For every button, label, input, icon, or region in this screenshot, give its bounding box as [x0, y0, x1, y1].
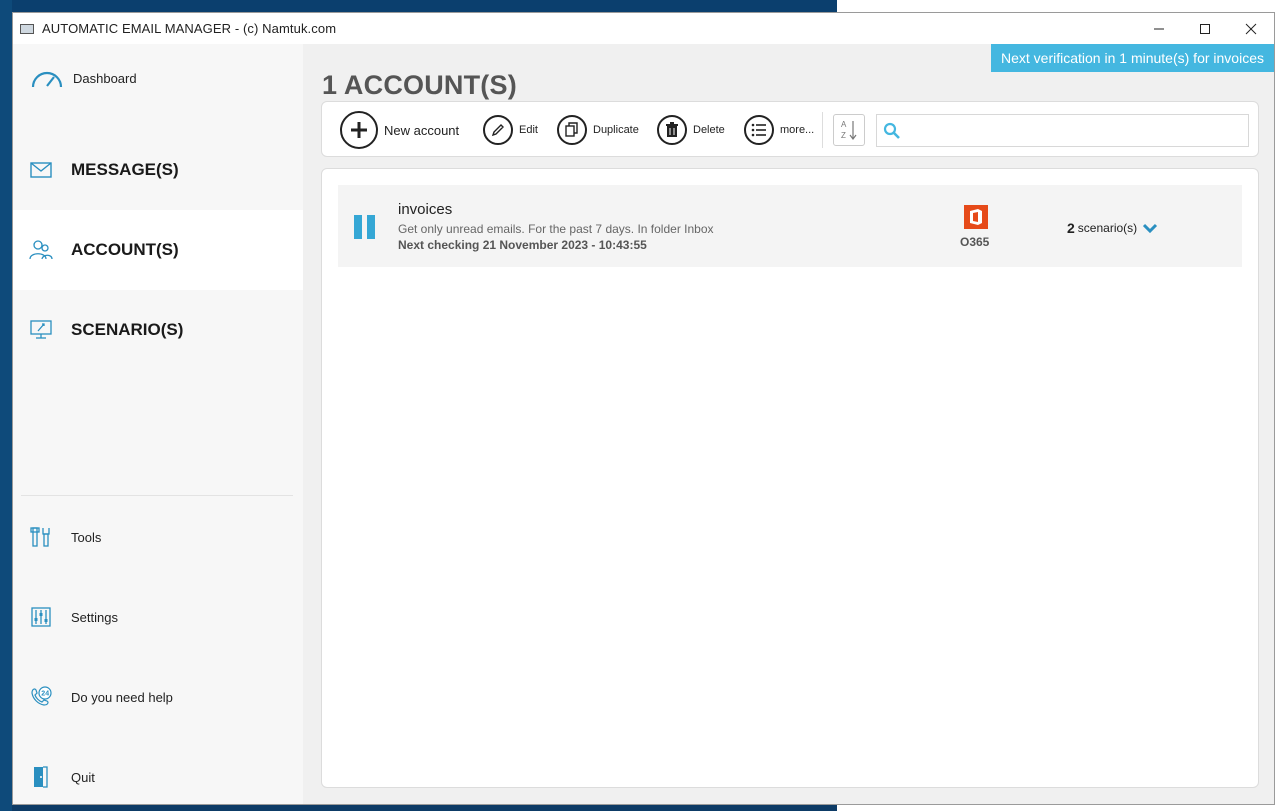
sidebar-item-messages[interactable]: MESSAGE(S)	[13, 130, 303, 210]
envelope-icon	[29, 158, 53, 182]
sidebar-item-label: Settings	[71, 609, 118, 625]
pause-icon[interactable]	[354, 215, 378, 239]
more-button[interactable]: more...	[744, 110, 814, 150]
page-title: 1 ACCOUNT(S)	[322, 70, 517, 100]
support-24-icon: 24	[29, 685, 53, 709]
search-icon	[883, 122, 900, 139]
desktop-left-strip	[0, 0, 12, 811]
scenario-label: scenario(s)	[1077, 221, 1138, 235]
sidebar-item-help[interactable]: 24 Do you need help	[13, 677, 303, 717]
sidebar-item-label: Tools	[71, 529, 102, 545]
main-content: Next verification in 1 minute(s) for inv…	[305, 44, 1274, 804]
chevron-down-icon	[1143, 223, 1158, 234]
sidebar-item-label: ACCOUNT(S)	[71, 240, 179, 259]
office365-icon	[964, 205, 988, 229]
account-next-check: Next checking 21 November 2023 - 10:43:5…	[398, 238, 647, 252]
provider-label: O365	[960, 235, 990, 249]
scenario-count: 2	[1067, 220, 1075, 236]
svg-text:24: 24	[41, 691, 49, 698]
search-input[interactable]	[905, 115, 1245, 146]
minimize-icon	[1154, 28, 1164, 29]
scenarios-toggle[interactable]: 2 scenario(s)	[1067, 220, 1158, 236]
gauge-icon	[29, 66, 65, 90]
close-button[interactable]	[1228, 13, 1274, 44]
minimize-button[interactable]	[1136, 13, 1182, 44]
maximize-icon	[1200, 23, 1210, 34]
settings-sliders-icon	[29, 605, 53, 629]
edit-label: Edit	[519, 124, 538, 136]
window-title: AUTOMATIC EMAIL MANAGER - (c) Namtuk.com	[42, 21, 337, 36]
svg-text:A: A	[841, 120, 847, 129]
duplicate-button[interactable]: Duplicate	[557, 110, 639, 150]
plus-icon	[340, 111, 378, 149]
new-account-label: New account	[384, 122, 460, 138]
accounts-panel: invoices Get only unread emails. For the…	[321, 168, 1259, 788]
pencil-icon	[483, 115, 513, 145]
account-description: Get only unread emails. For the past 7 d…	[398, 222, 714, 236]
sidebar-item-scenarios[interactable]: SCENARIO(S)	[13, 290, 303, 370]
sidebar-item-label: Dashboard	[73, 70, 137, 86]
account-name: invoices	[398, 201, 453, 218]
sidebar-item-label: MESSAGE(S)	[71, 160, 179, 179]
more-label: more...	[780, 124, 815, 136]
monitor-icon	[29, 318, 53, 342]
title-bar: AUTOMATIC EMAIL MANAGER - (c) Namtuk.com	[13, 13, 1274, 44]
sidebar-item-settings[interactable]: Settings	[13, 597, 303, 637]
app-envelope-icon	[20, 22, 36, 36]
edit-button[interactable]: Edit	[483, 110, 538, 150]
sidebar-divider	[21, 495, 293, 496]
verification-toast: Next verification in 1 minute(s) for inv…	[991, 44, 1274, 72]
sidebar-item-label: Quit	[71, 769, 95, 785]
app-window: AUTOMATIC EMAIL MANAGER - (c) Namtuk.com…	[12, 12, 1275, 805]
sidebar-item-label: SCENARIO(S)	[71, 320, 184, 339]
users-icon	[29, 238, 53, 262]
sort-az-button[interactable]: A Z	[833, 114, 865, 146]
delete-button[interactable]: Delete	[657, 110, 725, 150]
trash-icon	[657, 115, 687, 145]
new-account-button[interactable]: New account	[340, 110, 459, 150]
tools-icon	[29, 525, 53, 549]
sidebar-item-label: Do you need help	[71, 689, 173, 705]
search-box	[876, 114, 1249, 147]
toolbar: New account Edit Duplicate Delete more..…	[321, 101, 1259, 157]
sidebar-item-accounts[interactable]: ACCOUNT(S)	[13, 210, 303, 290]
maximize-button[interactable]	[1182, 13, 1228, 44]
copy-icon	[557, 115, 587, 145]
sidebar-item-tools[interactable]: Tools	[13, 517, 303, 557]
list-icon	[744, 115, 774, 145]
close-icon	[1245, 23, 1257, 34]
sort-az-icon: A Z	[841, 120, 857, 140]
duplicate-label: Duplicate	[593, 124, 639, 136]
exit-door-icon	[29, 765, 53, 789]
delete-label: Delete	[693, 124, 725, 136]
svg-text:Z: Z	[841, 131, 846, 140]
window-controls	[1136, 13, 1274, 44]
sidebar-item-quit[interactable]: Quit	[13, 757, 303, 797]
sidebar: Dashboard MESSAGE(S) ACCOUNT(S) SCENARIO…	[13, 44, 303, 804]
sidebar-item-dashboard[interactable]: Dashboard	[13, 58, 303, 98]
toolbar-separator	[822, 112, 823, 148]
account-row[interactable]: invoices Get only unread emails. For the…	[338, 185, 1242, 267]
